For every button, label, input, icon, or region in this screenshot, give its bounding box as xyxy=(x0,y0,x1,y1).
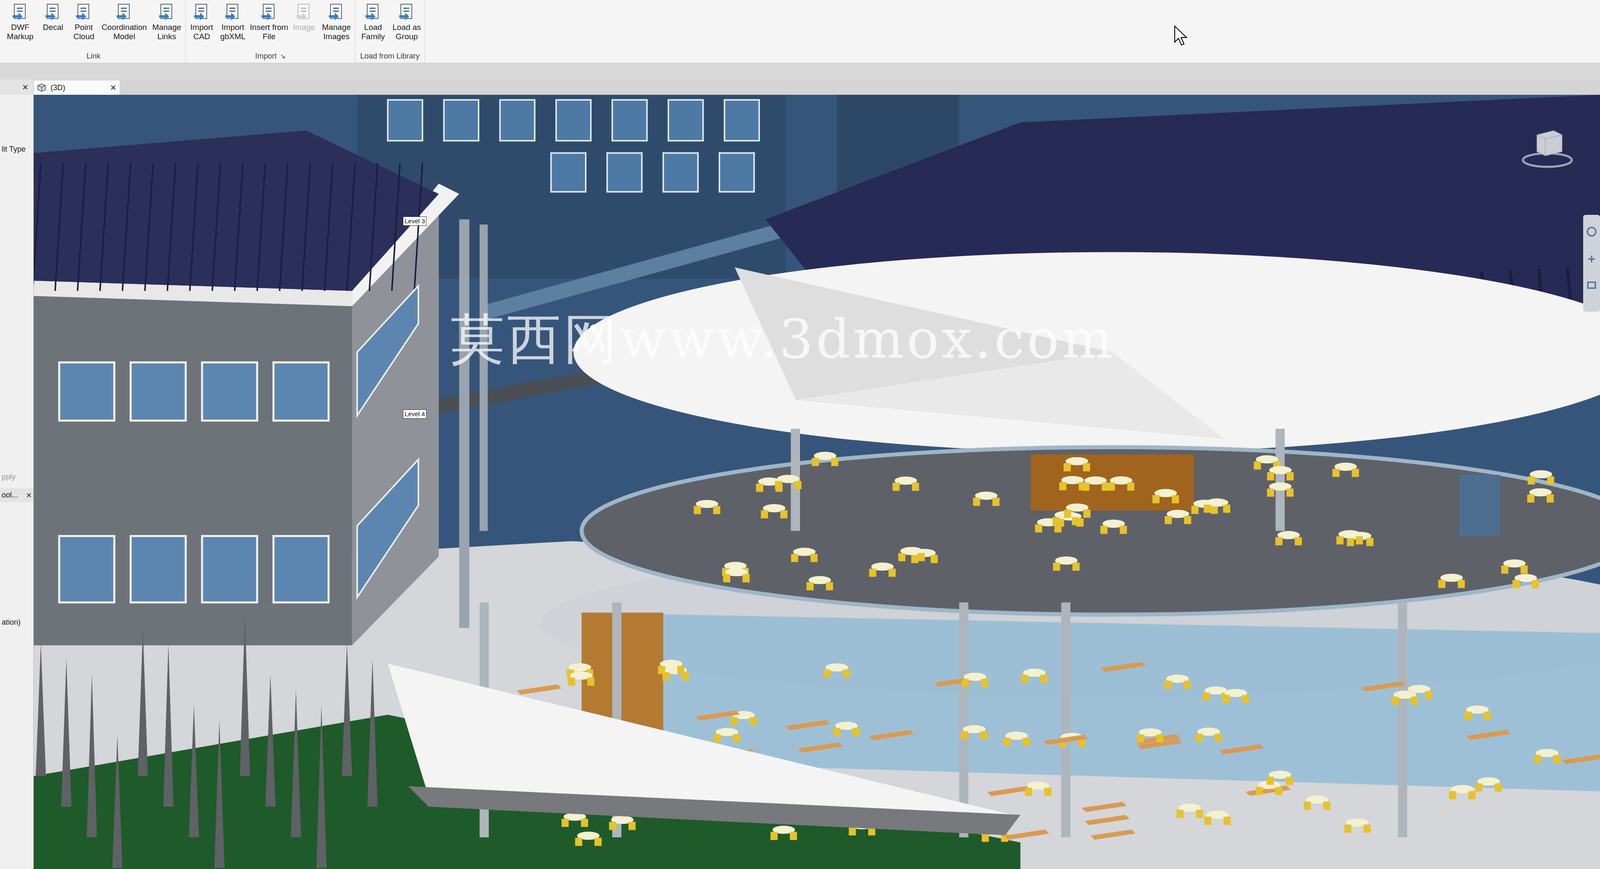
ribbon-tool-icon xyxy=(363,0,383,23)
apply-button[interactable]: pply xyxy=(1,471,16,483)
panel-close-button[interactable]: × xyxy=(22,79,29,95)
panel-header: × xyxy=(0,79,34,95)
ribbon-button[interactable]: Decal xyxy=(37,0,69,32)
browser-close-button[interactable]: × xyxy=(26,488,32,502)
ribbon-button-label: Manage Images xyxy=(318,22,355,42)
properties-panel: × lit Type pply ool... × ation) xyxy=(0,79,34,869)
ribbon-button[interactable]: Coordination Model xyxy=(99,0,150,42)
browser-header: ool... × xyxy=(0,488,34,502)
ribbon-tool-icon xyxy=(327,2,346,22)
ribbon-group-buttons: Load FamilyLoad as Group xyxy=(356,0,424,42)
ribbon-button-label: Load Family xyxy=(356,22,390,42)
browser-item[interactable]: ation) xyxy=(1,616,21,628)
ribbon-group-buttons: DWF Markup Decal Point CloudCoordination M… xyxy=(2,0,185,42)
ribbon-group-label: Link xyxy=(86,50,101,62)
ribbon-group-label: Load from Library xyxy=(360,50,420,62)
dialog-launcher[interactable]: ↘ xyxy=(280,51,286,62)
ribbon-button[interactable]: Manage Images xyxy=(318,0,355,42)
ribbon-button-label: Decal xyxy=(42,22,64,32)
ribbon-tool-icon xyxy=(114,2,134,22)
cube-icon xyxy=(37,82,47,93)
cursor-icon xyxy=(1173,25,1190,47)
3d-viewport[interactable]: Level 3 Level 4 莫西网www.3dmox.com xyxy=(33,94,1600,869)
navigation-bar-icon xyxy=(1583,214,1600,312)
view-tab-bar: (3D)× xyxy=(33,79,1600,95)
level-tag[interactable]: Level 3 xyxy=(402,216,427,226)
ribbon-group-footer: Link xyxy=(2,50,185,63)
ribbon-button[interactable]: Manage Links xyxy=(149,0,185,42)
ribbon-button[interactable]: Point Cloud xyxy=(68,0,100,42)
ribbon-group-footer: Import↘ xyxy=(186,50,355,63)
browser-title: ool... xyxy=(1,489,19,501)
ribbon-button-label: Coordination Model xyxy=(99,22,150,42)
view-tab[interactable]: (3D)× xyxy=(33,80,120,95)
ribbon-tool-icon xyxy=(74,2,94,22)
ribbon-tool-icon xyxy=(114,0,134,23)
ribbon-tool-icon xyxy=(74,0,94,23)
ribbon-tool-icon xyxy=(327,0,346,23)
ribbon-button-label: Import gbXML xyxy=(216,22,249,42)
viewcube-icon xyxy=(1520,124,1575,171)
ribbon-button[interactable]: Insert from File xyxy=(248,0,290,42)
ribbon-button-label: Image xyxy=(293,22,316,32)
model-render xyxy=(33,94,1600,869)
ribbon-tool-icon xyxy=(223,2,243,22)
ribbon-button[interactable]: DWF Markup xyxy=(2,0,38,42)
watermark: 莫西网www.3dmox.com xyxy=(450,307,1116,371)
navigation-bar-icon xyxy=(1583,214,1600,312)
ribbon-tool-icon xyxy=(397,2,416,22)
view-tab-close-button[interactable]: × xyxy=(110,80,117,96)
view-area: (3D)× Level 3 Level 4 莫西网www.3dmox.com xyxy=(33,79,1600,869)
ribbon-tool-icon xyxy=(43,2,63,22)
ribbon-button-label: Point Cloud xyxy=(68,22,100,42)
ribbon-tool-icon xyxy=(10,0,30,23)
ribbon-tool-icon xyxy=(10,2,30,22)
ribbon-button-label: Load as Group xyxy=(389,22,424,42)
level-tag[interactable]: Level 4 xyxy=(402,409,427,419)
ribbon-tool-icon xyxy=(43,0,63,23)
ribbon-group-label: Import xyxy=(255,50,277,62)
ribbon-tool-icon xyxy=(397,0,416,23)
ribbon-tool-icon xyxy=(294,2,314,22)
ribbon-tool-icon xyxy=(157,0,176,23)
ribbon-button[interactable]: Import CAD xyxy=(186,0,217,42)
ribbon: DWF Markup Decal Point CloudCoordination M… xyxy=(0,0,1600,64)
viewcube-icon xyxy=(1520,124,1575,171)
cursor-icon xyxy=(1173,25,1190,47)
ribbon-button-label: Insert from File xyxy=(248,22,290,42)
ribbon-tool-icon xyxy=(294,0,314,23)
ribbon-button: Image xyxy=(289,0,319,32)
ribbon-group: DWF Markup Decal Point CloudCoordination M… xyxy=(1,0,186,63)
ribbon-tool-icon xyxy=(363,2,383,22)
ribbon-button[interactable]: Load as Group xyxy=(389,0,424,42)
cube-icon xyxy=(37,82,47,93)
ribbon-tool-icon xyxy=(192,0,211,23)
ribbon-group: Load FamilyLoad as Group Load from Librar… xyxy=(355,0,425,63)
ribbon-tool-icon xyxy=(157,2,176,22)
view-tab-label: (3D) xyxy=(50,82,107,94)
ribbon-group-footer: Load from Library xyxy=(356,50,424,63)
ribbon-group-buttons: Import CADImport gbXMLInsert from FileIm… xyxy=(186,0,355,42)
ribbon-button-label: Import CAD xyxy=(186,22,217,42)
ribbon-tool-icon xyxy=(259,2,279,22)
ribbon-button[interactable]: Import gbXML xyxy=(216,0,249,42)
ribbon-tool-icon xyxy=(192,2,211,22)
edit-type-button[interactable]: lit Type xyxy=(1,143,26,155)
ribbon-button-label: Manage Links xyxy=(149,22,185,42)
ribbon-tool-icon xyxy=(259,0,279,23)
ribbon-group: Import CADImport gbXMLInsert from FileIm… xyxy=(185,0,356,63)
ribbon-tool-icon xyxy=(223,0,243,23)
ribbon-button[interactable]: Load Family xyxy=(356,0,390,42)
ribbon-button-label: DWF Markup xyxy=(2,22,38,42)
workspace: ×lit Typepplyool...×ation)(3D)×Level 3Le… xyxy=(0,79,1600,869)
